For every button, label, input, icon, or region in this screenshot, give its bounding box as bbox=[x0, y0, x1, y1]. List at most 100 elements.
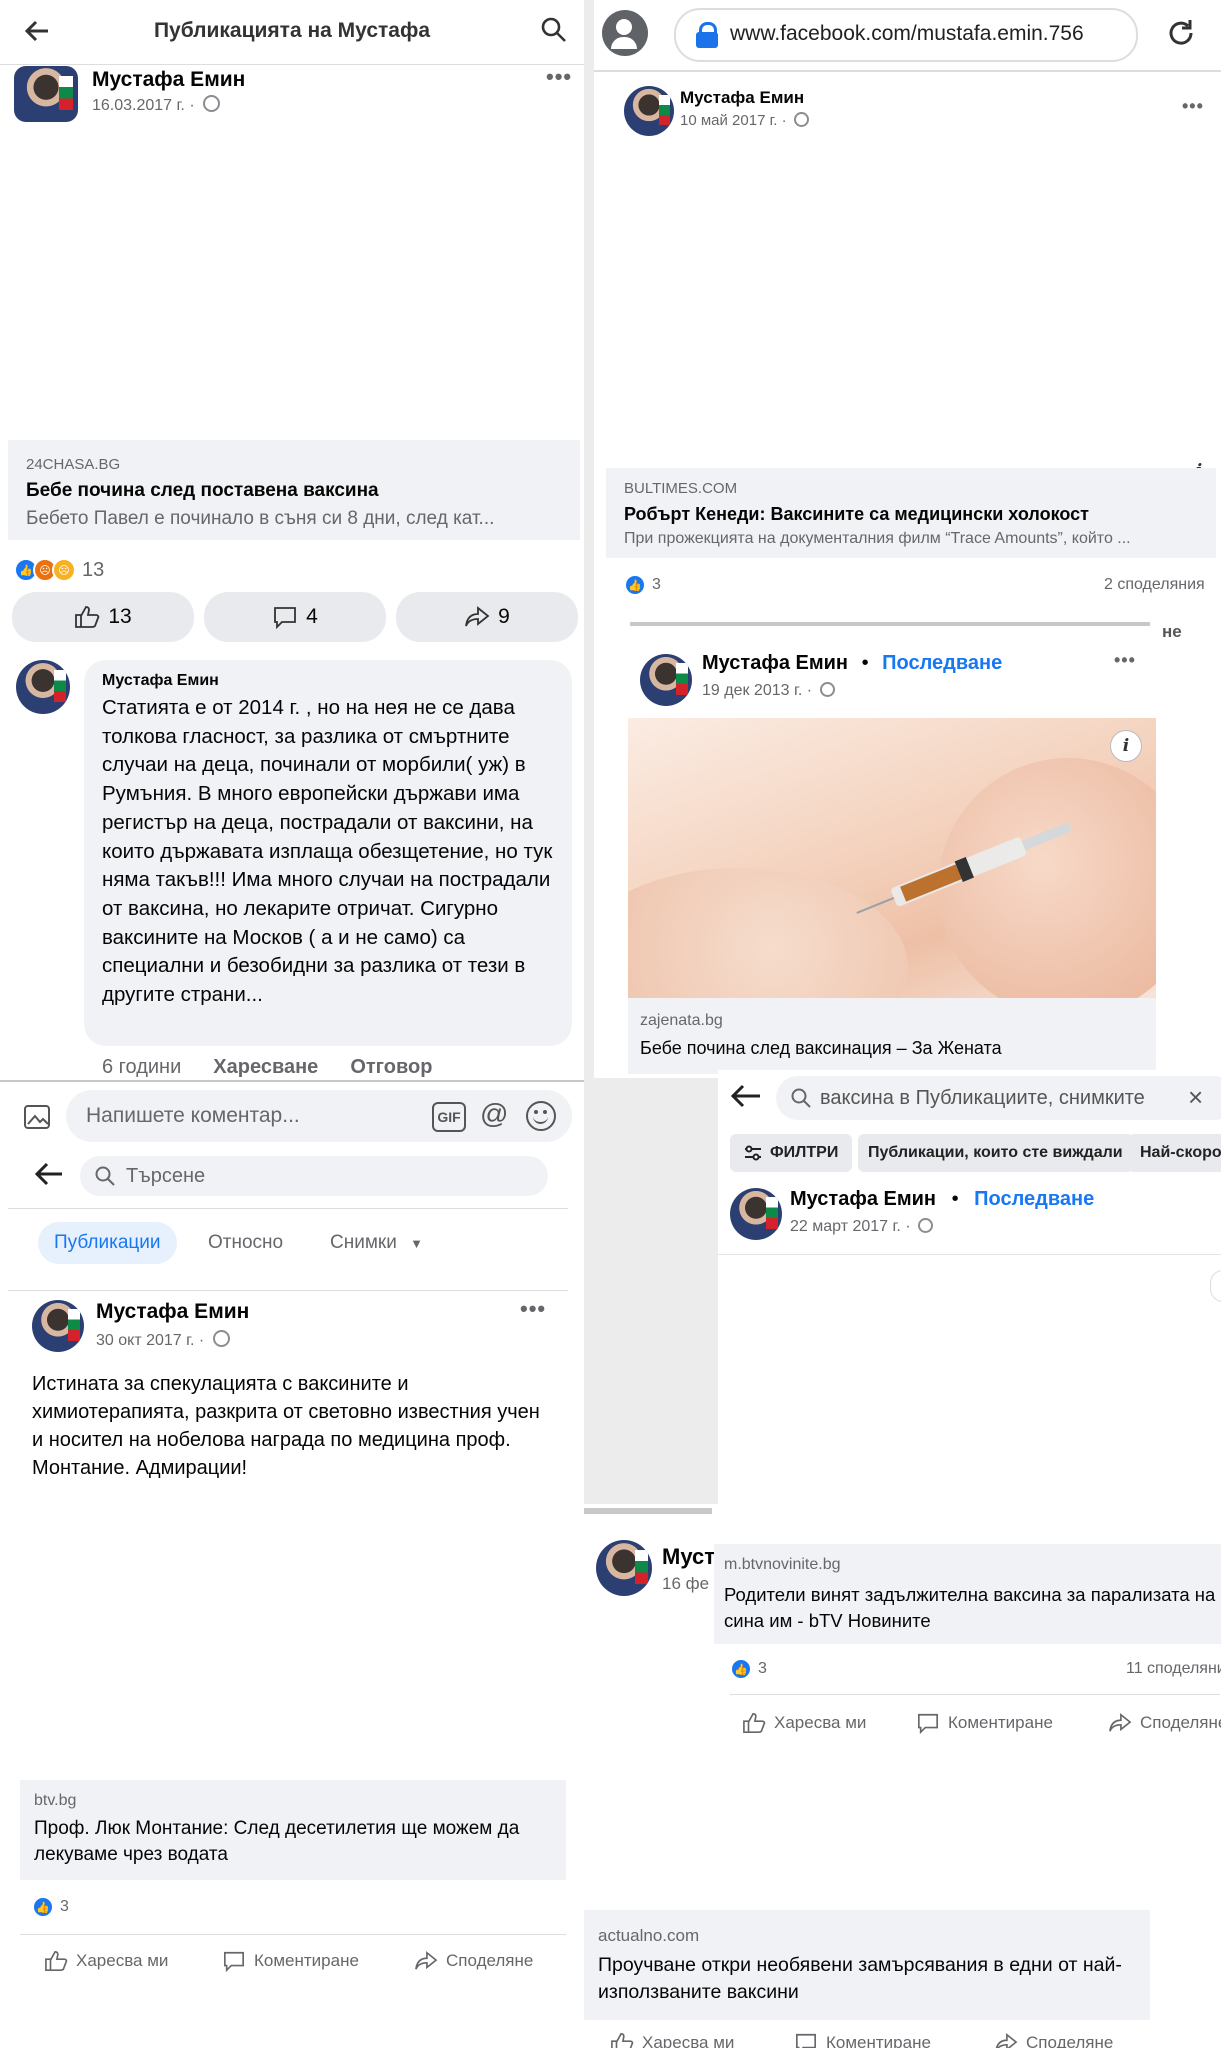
author-name[interactable]: Мустафа Емин bbox=[790, 1188, 936, 1210]
author-name[interactable]: Мустафа Емин bbox=[92, 68, 245, 92]
link-preview[interactable]: BULTIMES.COM Робърт Кенеди: Ваксините са… bbox=[606, 468, 1216, 558]
link-preview[interactable]: zajenata.bg Бебе почина след ваксинация … bbox=[628, 998, 1156, 1074]
vaccine-photo[interactable]: i bbox=[628, 718, 1156, 998]
like-action[interactable]: Харесва ми bbox=[44, 1950, 168, 1972]
follow-link[interactable]: Последване bbox=[882, 652, 1002, 674]
more-options-icon[interactable]: ••• bbox=[546, 64, 572, 90]
share-button[interactable]: 9 bbox=[396, 592, 578, 642]
comment-reply-link[interactable]: Отговор bbox=[350, 1056, 432, 1079]
share-icon bbox=[994, 2032, 1018, 2048]
avatar[interactable] bbox=[624, 86, 674, 136]
scroll-edge bbox=[1210, 1270, 1221, 1302]
back-arrow-icon[interactable] bbox=[34, 1160, 64, 1188]
link-preview-image[interactable] bbox=[8, 132, 580, 441]
link-title: Проучване откри необявени замърсявания в… bbox=[598, 1954, 1122, 2003]
link-preview[interactable]: actualno.com Проучване откри необявени з… bbox=[584, 1910, 1150, 2020]
tab-about[interactable]: Относно bbox=[208, 1232, 283, 1254]
divider bbox=[584, 1508, 712, 1514]
header-bar: Публикацията на Мустафа bbox=[0, 0, 584, 65]
shares-count[interactable]: 2 споделяния bbox=[1104, 576, 1205, 594]
like-label: Харесва ми bbox=[774, 1713, 867, 1732]
avatar[interactable] bbox=[640, 654, 692, 706]
bullet: • bbox=[861, 652, 869, 674]
date-text: 30 окт 2017 г. bbox=[96, 1332, 195, 1349]
author-name[interactable]: Мустафа Емин bbox=[680, 88, 804, 108]
share-action[interactable]: Споделяне bbox=[994, 2032, 1113, 2048]
author-name[interactable]: Мустафа Емин bbox=[702, 652, 848, 674]
mention-icon[interactable]: @ bbox=[480, 1098, 508, 1130]
like-button[interactable]: 13 bbox=[12, 592, 194, 642]
search-input[interactable]: ваксина в Публикациите, снимките × bbox=[776, 1076, 1221, 1120]
tab-posts[interactable]: Публикации bbox=[38, 1222, 177, 1264]
share-icon bbox=[464, 605, 490, 629]
share-action[interactable]: Споделяне bbox=[414, 1950, 533, 1972]
link-title: Бебе почина след ваксинация – За Жената bbox=[640, 1038, 1002, 1058]
clear-icon[interactable]: × bbox=[1188, 1082, 1203, 1113]
link-preview-image[interactable] bbox=[606, 150, 1216, 468]
more-options-icon[interactable]: ••• bbox=[1114, 650, 1136, 671]
address-bar[interactable]: www.facebook.com/mustafa.emin.756 bbox=[674, 8, 1138, 62]
avatar[interactable] bbox=[32, 1300, 84, 1352]
divider bbox=[630, 622, 1150, 626]
sliders-icon bbox=[744, 1145, 762, 1161]
url-text: www.facebook.com/mustafa.emin.756 bbox=[730, 22, 1084, 45]
more-options-icon[interactable]: ••• bbox=[1182, 96, 1204, 117]
info-icon[interactable]: i bbox=[1110, 730, 1142, 762]
reload-icon[interactable] bbox=[1166, 18, 1196, 48]
link-title: Робърт Кенеди: Ваксините са медицински х… bbox=[624, 504, 1089, 524]
comment-actions: 6 години Харесване Отговор bbox=[102, 1056, 432, 1079]
like-reaction-icon: 👍 bbox=[624, 574, 646, 596]
emoji-icon[interactable] bbox=[526, 1101, 556, 1131]
comment-avatar[interactable] bbox=[16, 660, 70, 714]
comment-action[interactable]: Коментиране bbox=[916, 1712, 1053, 1734]
link-title: Родители винят задължителна ваксина за п… bbox=[724, 1584, 1216, 1631]
reactions-summary[interactable]: 👍 ☹ ☹ 13 bbox=[14, 558, 104, 582]
photo-icon[interactable] bbox=[22, 1102, 54, 1132]
link-preview[interactable]: btv.bg Проф. Люк Монтание: След десетиле… bbox=[20, 1780, 566, 1880]
partial-text: не bbox=[1162, 622, 1182, 641]
search-icon bbox=[94, 1165, 116, 1187]
reactions-summary[interactable]: 👍 3 bbox=[730, 1658, 767, 1680]
comment-action[interactable]: Коментиране bbox=[794, 2032, 931, 2048]
author-name[interactable]: Мустафа Емин bbox=[96, 1300, 249, 1324]
post-header: Мустафа Емин • Последване bbox=[790, 1188, 1094, 1211]
reactions-summary[interactable]: 👍 3 bbox=[32, 1896, 69, 1918]
avatar[interactable] bbox=[596, 1540, 652, 1596]
search-icon[interactable] bbox=[540, 16, 568, 44]
lock-icon bbox=[696, 22, 718, 48]
author-name-partial[interactable]: Муст bbox=[662, 1544, 715, 1570]
comment-action[interactable]: Коментиране bbox=[222, 1950, 359, 1972]
follow-link[interactable]: Последване bbox=[974, 1188, 1094, 1210]
caret-down-icon: ▼ bbox=[410, 1236, 423, 1251]
link-title: Бебе почина след поставена ваксина bbox=[26, 480, 379, 501]
like-action[interactable]: Харесва ми bbox=[742, 1712, 866, 1734]
tab-photos[interactable]: Снимки ▼ bbox=[330, 1232, 423, 1254]
comment-input[interactable]: Напишете коментар... GIF @ bbox=[66, 1090, 572, 1142]
back-arrow-icon[interactable] bbox=[730, 1082, 762, 1110]
date-text: 22 март 2017 г. bbox=[790, 1218, 901, 1235]
link-preview[interactable]: m.btvnovinite.bg Родители винят задължит… bbox=[714, 1544, 1221, 1644]
globe-icon bbox=[203, 95, 221, 112]
link-preview[interactable]: 24CHASA.BG Бебе почина след поставена ва… bbox=[8, 440, 580, 540]
share-action[interactable]: Споделяне bbox=[1108, 1712, 1221, 1734]
shares-count[interactable]: 11 споделяния bbox=[1126, 1660, 1221, 1678]
sad-reaction-icon: ☹ bbox=[52, 558, 76, 582]
avatar[interactable] bbox=[730, 1188, 782, 1240]
search-input[interactable]: Търсене bbox=[80, 1156, 548, 1196]
filter-chip-recent[interactable]: Най-скоро bbox=[1128, 1134, 1221, 1172]
post-screen-3: не Мустафа Емин • Последване 19 дек 2013… bbox=[594, 608, 1221, 1078]
post-date: 19 дек 2013 г. · bbox=[702, 682, 835, 700]
comment-button[interactable]: 4 bbox=[204, 592, 386, 642]
like-action[interactable]: Харесва ми bbox=[610, 2032, 734, 2048]
avatar[interactable] bbox=[14, 66, 78, 122]
globe-icon bbox=[819, 682, 835, 697]
gif-icon[interactable]: GIF bbox=[432, 1102, 466, 1132]
comment-author[interactable]: Мустафа Емин bbox=[102, 672, 219, 690]
reactions-summary[interactable]: 👍 3 bbox=[624, 574, 661, 596]
filter-chip[interactable]: ФИЛТРИ bbox=[730, 1134, 853, 1172]
filter-chip-seen-posts[interactable]: Публикации, които сте виждали bbox=[858, 1134, 1133, 1172]
comment-bubble: Мустафа Емин Статията е от 2014 г. , но … bbox=[84, 660, 572, 1046]
more-options-icon[interactable]: ••• bbox=[520, 1296, 546, 1322]
browser-profile-icon[interactable] bbox=[602, 10, 648, 56]
comment-like-link[interactable]: Харесване bbox=[213, 1056, 318, 1079]
